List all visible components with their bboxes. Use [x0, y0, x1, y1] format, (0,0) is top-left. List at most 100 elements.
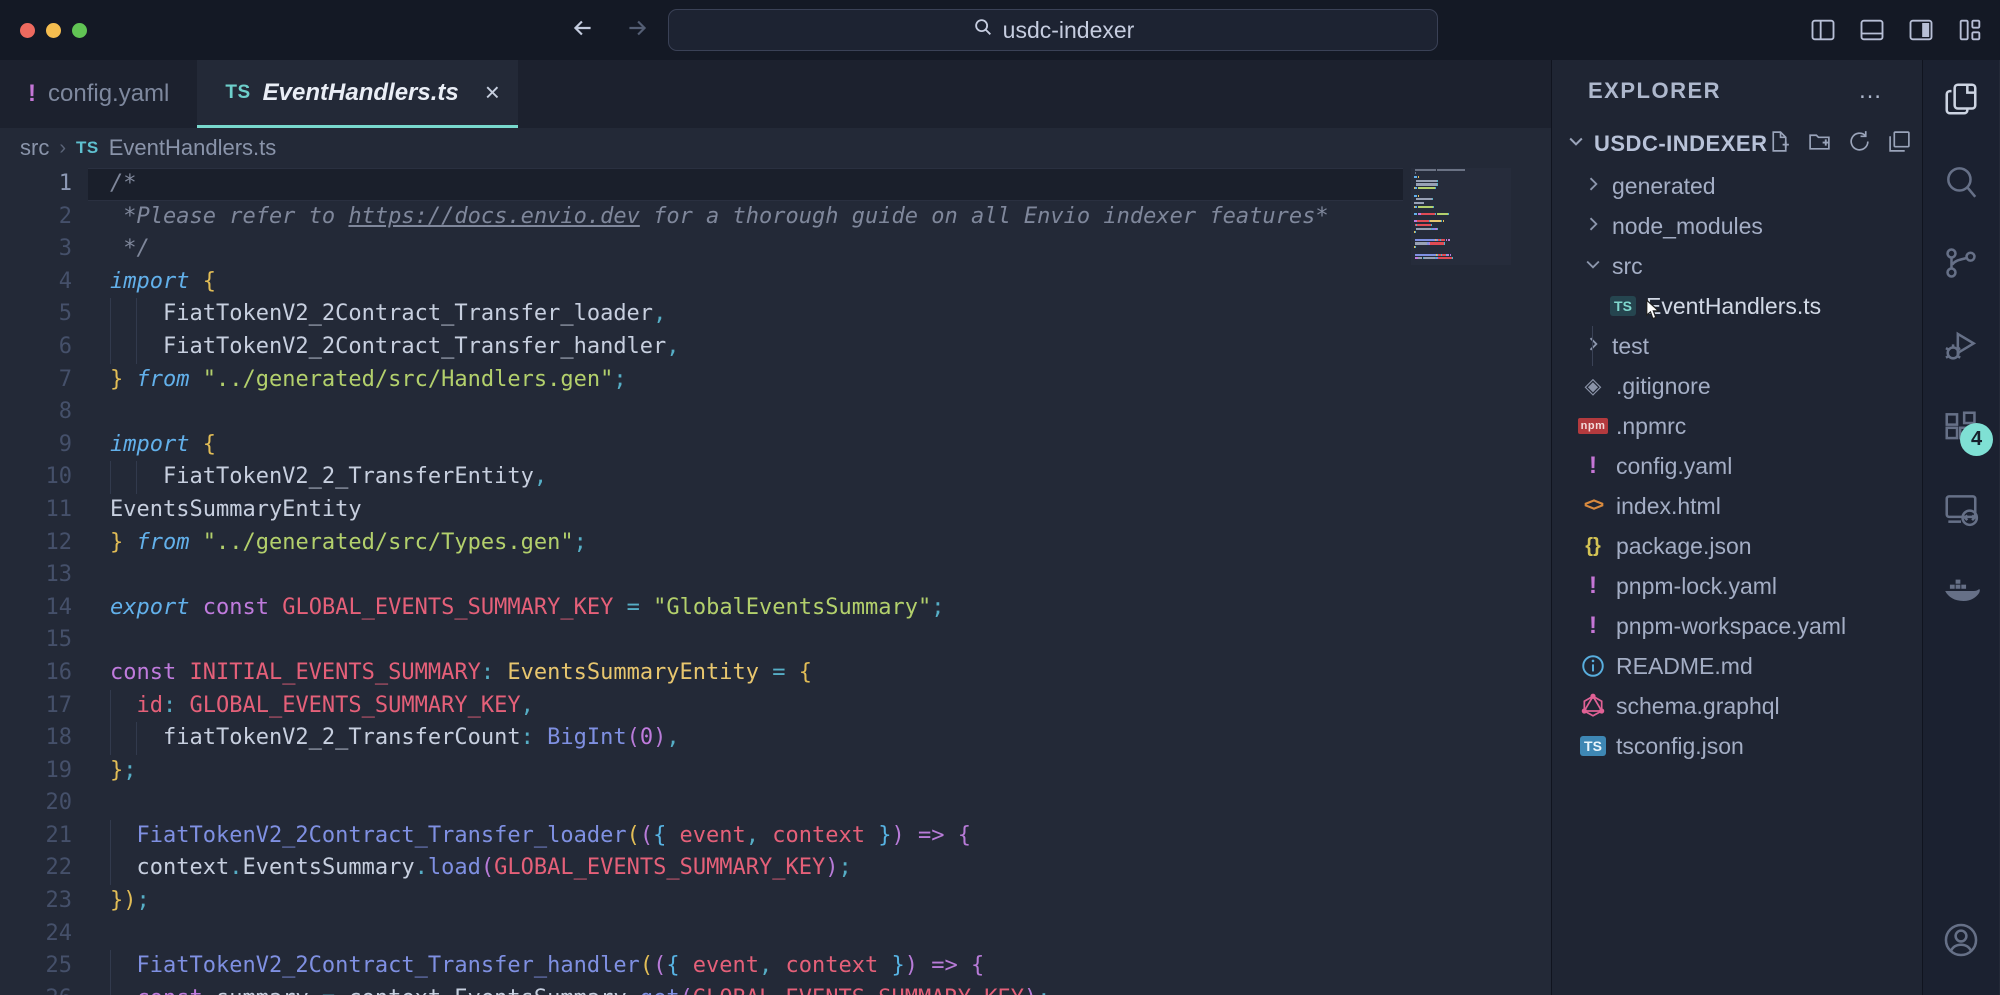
layout-sidebar-left-icon[interactable] [1806, 14, 1839, 47]
line-number: 1 [0, 168, 72, 201]
tree-item-generated[interactable]: generated [1552, 166, 1922, 206]
breadcrumb-folder[interactable]: src [20, 135, 49, 161]
code-line-14[interactable]: 14export const GLOBAL_EVENTS_SUMMARY_KEY… [0, 592, 1551, 625]
extensions-badge: 4 [1960, 423, 1993, 456]
refresh-icon[interactable] [1847, 129, 1872, 160]
activity-account-button[interactable] [1923, 901, 1999, 983]
tree-root-usdc-indexer[interactable]: USDC-INDEXER [1552, 122, 1922, 166]
line-number: 23 [0, 885, 72, 918]
tree-item-.npmrc[interactable]: npm.npmrc [1552, 406, 1922, 446]
layout-panel-bottom-icon[interactable] [1855, 14, 1888, 47]
tree-item-EventHandlers.ts[interactable]: TSEventHandlers.ts [1552, 286, 1922, 326]
code-line-24[interactable]: 24 [0, 918, 1551, 951]
line-number: 17 [0, 690, 72, 723]
tree-item-label: pnpm-workspace.yaml [1616, 613, 1846, 640]
tree-item-tsconfig.json[interactable]: TStsconfig.json [1552, 726, 1922, 766]
tree-item-src[interactable]: src [1552, 246, 1922, 286]
code-line-7[interactable]: 7} from "../generated/src/Handlers.gen"; [0, 364, 1551, 397]
code-line-1[interactable]: 1/* [0, 168, 1551, 201]
activity-run-debug-button[interactable] [1923, 306, 1999, 388]
tree-item-schema.graphql[interactable]: schema.graphql [1552, 686, 1922, 726]
tree-item-node_modules[interactable]: node_modules [1552, 206, 1922, 246]
code-editor[interactable]: 1/*2 *Please refer to https://docs.envio… [0, 168, 1551, 995]
info-icon [1580, 653, 1606, 679]
code-line-3[interactable]: 3 */ [0, 233, 1551, 266]
line-number: 3 [0, 233, 72, 266]
file-tree: generatednode_modulessrcTSEventHandlers.… [1552, 166, 1922, 766]
close-window-button[interactable] [20, 23, 35, 38]
code-line-25[interactable]: 25 FiatTokenV2_2Contract_Transfer_handle… [0, 950, 1551, 983]
forward-button[interactable] [624, 15, 650, 46]
source-control-icon [1942, 244, 1980, 287]
new-file-icon[interactable] [1767, 129, 1792, 160]
code-line-19[interactable]: 19}; [0, 755, 1551, 788]
breadcrumb[interactable]: src › TS EventHandlers.ts [0, 128, 1551, 168]
line-number: 12 [0, 527, 72, 560]
tree-item-label: tsconfig.json [1616, 733, 1744, 760]
collapse-all-icon[interactable] [1887, 129, 1912, 160]
code-line-23[interactable]: 23}); [0, 885, 1551, 918]
editor-group: !config.yamlTSEventHandlers.ts× src › TS… [0, 60, 1552, 995]
layout-customize-icon[interactable] [1953, 14, 1986, 47]
new-folder-icon[interactable] [1807, 129, 1832, 160]
minimap[interactable] [1411, 168, 1511, 265]
search-value: usdc-indexer [1003, 17, 1135, 44]
tab-EventHandlers.ts[interactable]: TSEventHandlers.ts× [197, 60, 518, 128]
breadcrumb-file[interactable]: EventHandlers.ts [109, 135, 277, 161]
tree-item-pnpm-lock.yaml[interactable]: !pnpm-lock.yaml [1552, 566, 1922, 606]
code-line-18[interactable]: 18 fiatTokenV2_2_TransferCount: BigInt(0… [0, 722, 1551, 755]
activity-docker-button[interactable] [1923, 552, 1999, 634]
code-line-8[interactable]: 8 [0, 396, 1551, 429]
code-line-26[interactable]: 26 const summary = context.EventsSummary… [0, 983, 1551, 995]
tree-item-pnpm-workspace.yaml[interactable]: !pnpm-workspace.yaml [1552, 606, 1922, 646]
explorer-more-actions-icon[interactable]: … [1858, 77, 1884, 105]
layout-sidebar-right-filled-icon[interactable] [1904, 14, 1937, 47]
code-line-4[interactable]: 4import { [0, 266, 1551, 299]
code-line-10[interactable]: 10 FiatTokenV2_2_TransferEntity, [0, 461, 1551, 494]
back-button[interactable] [570, 15, 596, 46]
vscode-window: usdc-indexer !config.yamlTSEventHandlers… [0, 0, 2000, 995]
code-line-11[interactable]: 11EventsSummaryEntity [0, 494, 1551, 527]
code-line-16[interactable]: 16const INITIAL_EVENTS_SUMMARY: EventsSu… [0, 657, 1551, 690]
command-center-search[interactable]: usdc-indexer [668, 9, 1438, 51]
minimize-window-button[interactable] [46, 23, 61, 38]
line-number: 19 [0, 755, 72, 788]
tree-item-README.md[interactable]: README.md [1552, 646, 1922, 686]
tree-item-index.html[interactable]: <>index.html [1552, 486, 1922, 526]
tree-item-package.json[interactable]: {}package.json [1552, 526, 1922, 566]
tree-item-.gitignore[interactable]: ◈ .gitignore [1552, 366, 1922, 406]
code-line-22[interactable]: 22 context.EventsSummary.load(GLOBAL_EVE… [0, 852, 1551, 885]
chevron-down-icon [1566, 131, 1586, 157]
activity-source-control-button[interactable] [1923, 224, 1999, 306]
activity-extensions-button[interactable]: 4 [1923, 388, 1999, 470]
activity-remote-button[interactable] [1923, 470, 1999, 552]
tree-item-label: .gitignore [1616, 373, 1711, 400]
tree-item-label: package.json [1616, 533, 1752, 560]
code-line-20[interactable]: 20 [0, 787, 1551, 820]
close-tab-icon[interactable]: × [485, 77, 500, 108]
code-line-13[interactable]: 13 [0, 559, 1551, 592]
tree-item-label: test [1612, 333, 1649, 360]
code-line-17[interactable]: 17 id: GLOBAL_EVENTS_SUMMARY_KEY, [0, 690, 1551, 723]
code-line-5[interactable]: 5 FiatTokenV2_2Contract_Transfer_loader, [0, 298, 1551, 331]
code-line-21[interactable]: 21 FiatTokenV2_2Contract_Transfer_loader… [0, 820, 1551, 853]
tab-label: config.yaml [48, 80, 169, 108]
explorer-title: EXPLORER [1588, 78, 1721, 104]
code-line-15[interactable]: 15 [0, 624, 1551, 657]
maximize-window-button[interactable] [72, 23, 87, 38]
code-line-9[interactable]: 9import { [0, 429, 1551, 462]
code-line-12[interactable]: 12} from "../generated/src/Types.gen"; [0, 527, 1551, 560]
code-line-2[interactable]: 2 *Please refer to https://docs.envio.de… [0, 201, 1551, 234]
search-icon [972, 16, 994, 44]
tab-config.yaml[interactable]: !config.yaml [0, 60, 197, 128]
line-number: 15 [0, 624, 72, 657]
tree-item-label: config.yaml [1616, 453, 1732, 480]
git-file-icon: ◈ [1580, 373, 1606, 399]
line-number: 16 [0, 657, 72, 690]
tree-item-config.yaml[interactable]: !config.yaml [1552, 446, 1922, 486]
tree-item-test[interactable]: test [1552, 326, 1922, 366]
activity-explorer-button[interactable] [1923, 60, 1999, 142]
code-line-6[interactable]: 6 FiatTokenV2_2Contract_Transfer_handler… [0, 331, 1551, 364]
html-file-icon: <> [1580, 495, 1606, 517]
activity-search-button[interactable] [1923, 142, 1999, 224]
